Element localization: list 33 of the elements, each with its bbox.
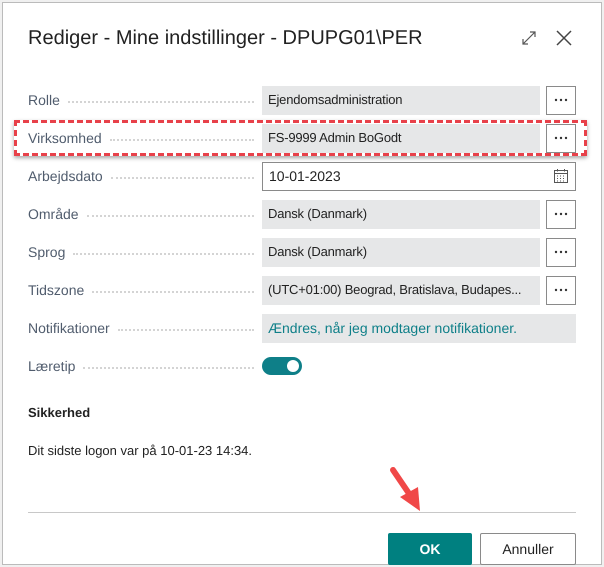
date-field[interactable]: 10-01-2023: [262, 162, 576, 190]
more-icon: [554, 136, 568, 140]
field-label: Rolle: [28, 90, 60, 110]
section-heading: Sikkerhed: [28, 404, 92, 422]
more-icon: [554, 288, 568, 292]
field-label: Arbejdsdato: [28, 166, 103, 186]
lookup-button[interactable]: [546, 238, 576, 266]
lookup-button[interactable]: [546, 200, 576, 228]
ok-button[interactable]: OK: [388, 533, 472, 565]
close-icon[interactable]: [555, 29, 573, 47]
expand-icon[interactable]: [521, 30, 537, 46]
lookup-button[interactable]: [546, 124, 576, 152]
field-label: Sprog: [28, 242, 66, 262]
calendar-icon: [553, 168, 569, 184]
field-label: Område: [28, 204, 79, 224]
lookup-field[interactable]: FS-9999 Admin BoGodt: [262, 124, 540, 152]
more-icon: [554, 250, 568, 254]
window-title: Rediger - Mine indstillinger - DPUPG01\PER: [28, 26, 423, 51]
lookup-button[interactable]: [546, 276, 576, 304]
field-label: Virksomhed: [28, 128, 102, 148]
more-icon: [554, 212, 568, 216]
toggle-switch[interactable]: [262, 357, 302, 375]
more-icon: [554, 98, 568, 102]
lookup-field[interactable]: (UTC+01:00) Beograd, Bratislava, Budapes...: [262, 276, 540, 304]
lookup-button[interactable]: [546, 86, 576, 114]
lookup-field[interactable]: Ejendomsadministration: [262, 86, 540, 114]
field-label: Notifikationer: [28, 318, 110, 338]
field-label: Tidszone: [28, 280, 84, 300]
field-label: Læretip: [28, 356, 76, 376]
logon-text: Dit sidste logon var på 10-01-23 14:34.: [28, 442, 254, 460]
cancel-button[interactable]: Annuller: [480, 533, 576, 565]
lookup-field[interactable]: Dansk (Danmark): [262, 238, 540, 266]
lookup-field[interactable]: Dansk (Danmark): [262, 200, 540, 228]
